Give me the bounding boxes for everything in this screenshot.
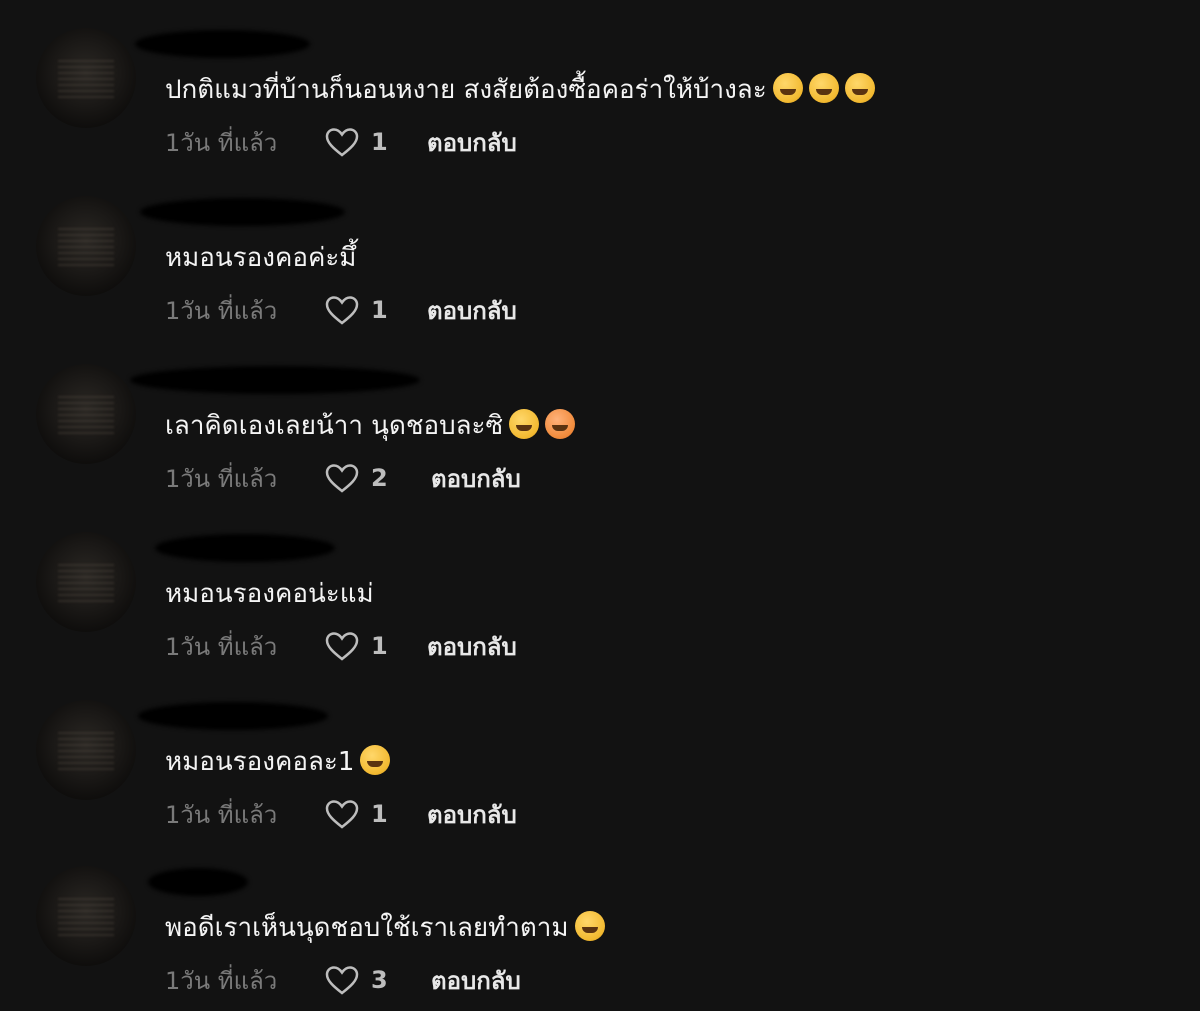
comment-body: ปกติแมวที่บ้านก็นอนหงาย สงสัยต้องซื้อคอร… xyxy=(165,75,767,105)
comment-text: หมอนรองคอค่ะมึ้ xyxy=(165,240,356,276)
username-redacted xyxy=(135,30,310,58)
comment-meta: 1วัน ที่แล้ว 1 ตอบกลับ xyxy=(165,628,517,664)
like-count: 1 xyxy=(371,128,388,156)
like-button[interactable]: 3 xyxy=(325,965,431,995)
reply-button[interactable]: ตอบกลับ xyxy=(427,123,517,162)
heart-icon[interactable] xyxy=(325,463,359,493)
comment-item: หมอนรองคอละ1 1วัน ที่แล้ว 1 ตอบกลับ xyxy=(0,700,1200,868)
comment-item: หมอนรองคอค่ะมึ้ 1วัน ที่แล้ว 1 ตอบกลับ xyxy=(0,196,1200,364)
reply-button[interactable]: ตอบกลับ xyxy=(427,795,517,834)
heart-icon[interactable] xyxy=(325,127,359,157)
comment-meta: 1วัน ที่แล้ว 3 ตอบกลับ xyxy=(165,962,521,998)
username-redacted xyxy=(138,702,328,730)
laughing-emoji-icon xyxy=(844,73,875,103)
like-button[interactable]: 1 xyxy=(325,799,427,829)
like-button[interactable]: 1 xyxy=(325,127,427,157)
like-button[interactable]: 1 xyxy=(325,295,427,325)
heart-icon[interactable] xyxy=(325,799,359,829)
avatar[interactable] xyxy=(36,196,136,296)
avatar[interactable] xyxy=(36,28,136,128)
comment-text: ปกติแมวที่บ้านก็นอนหงาย สงสัยต้องซื้อคอร… xyxy=(165,72,875,108)
comment-body: พอดีเราเห็นนุดชอบใช้เราเลยทำตาม xyxy=(165,913,569,943)
comment-body: หมอนรองคอละ1 xyxy=(165,747,355,777)
like-count: 1 xyxy=(371,800,388,828)
comment-text: พอดีเราเห็นนุดชอบใช้เราเลยทำตาม xyxy=(165,910,605,946)
comment-body: หมอนรองคอค่ะมึ้ xyxy=(165,243,357,273)
reply-button[interactable]: ตอบกลับ xyxy=(431,961,521,1000)
comment-body: เลาคิดเองเลยน้าา นุดชอบละซิ xyxy=(165,411,504,441)
comment-text: เลาคิดเองเลยน้าา นุดชอบละซิ xyxy=(165,408,576,444)
comment-meta: 1วัน ที่แล้ว 1 ตอบกลับ xyxy=(165,796,517,832)
heart-icon[interactable] xyxy=(325,965,359,995)
laughing-emoji-icon xyxy=(574,911,605,941)
comment-item: ปกติแมวที่บ้านก็นอนหงาย สงสัยต้องซื้อคอร… xyxy=(0,28,1200,196)
comment-meta: 1วัน ที่แล้ว 1 ตอบกลับ xyxy=(165,292,517,328)
username-redacted xyxy=(148,868,248,896)
avatar[interactable] xyxy=(36,866,136,966)
avatar[interactable] xyxy=(36,532,136,632)
avatar[interactable] xyxy=(36,364,136,464)
laughing-emoji-icon xyxy=(772,73,803,103)
heart-icon[interactable] xyxy=(325,631,359,661)
like-count: 1 xyxy=(371,296,388,324)
username-redacted xyxy=(155,534,335,562)
comment-text: หมอนรองคอละ1 xyxy=(165,744,391,780)
comment-item: พอดีเราเห็นนุดชอบใช้เราเลยทำตาม 1วัน ที่… xyxy=(0,866,1200,1011)
reply-button[interactable]: ตอบกลับ xyxy=(427,627,517,666)
timestamp: 1วัน ที่แล้ว xyxy=(165,800,278,829)
like-button[interactable]: 1 xyxy=(325,631,427,661)
username-redacted xyxy=(130,366,420,394)
comment-item: เลาคิดเองเลยน้าา นุดชอบละซิ 1วัน ที่แล้ว… xyxy=(0,364,1200,532)
like-button[interactable]: 2 xyxy=(325,463,431,493)
comment-body: หมอนรองคอน่ะแม่ xyxy=(165,579,374,609)
timestamp: 1วัน ที่แล้ว xyxy=(165,296,278,325)
like-count: 1 xyxy=(371,632,388,660)
timestamp: 1วัน ที่แล้ว xyxy=(165,128,278,157)
timestamp: 1วัน ที่แล้ว xyxy=(165,632,278,661)
reply-button[interactable]: ตอบกลับ xyxy=(427,291,517,330)
hearts-emoji-icon xyxy=(545,409,576,439)
grinning-emoji-icon xyxy=(509,409,540,439)
username-redacted xyxy=(140,198,345,226)
reply-button[interactable]: ตอบกลับ xyxy=(431,459,521,498)
laughing-emoji-icon xyxy=(360,745,391,775)
avatar[interactable] xyxy=(36,700,136,800)
comment-text: หมอนรองคอน่ะแม่ xyxy=(165,576,374,612)
like-count: 2 xyxy=(371,464,388,492)
heart-icon[interactable] xyxy=(325,295,359,325)
timestamp: 1วัน ที่แล้ว xyxy=(165,966,278,995)
comment-meta: 1วัน ที่แล้ว 1 ตอบกลับ xyxy=(165,124,517,160)
timestamp: 1วัน ที่แล้ว xyxy=(165,464,278,493)
comment-meta: 1วัน ที่แล้ว 2 ตอบกลับ xyxy=(165,460,521,496)
laughing-emoji-icon xyxy=(808,73,839,103)
comment-item: หมอนรองคอน่ะแม่ 1วัน ที่แล้ว 1 ตอบกลับ xyxy=(0,532,1200,700)
like-count: 3 xyxy=(371,966,388,994)
